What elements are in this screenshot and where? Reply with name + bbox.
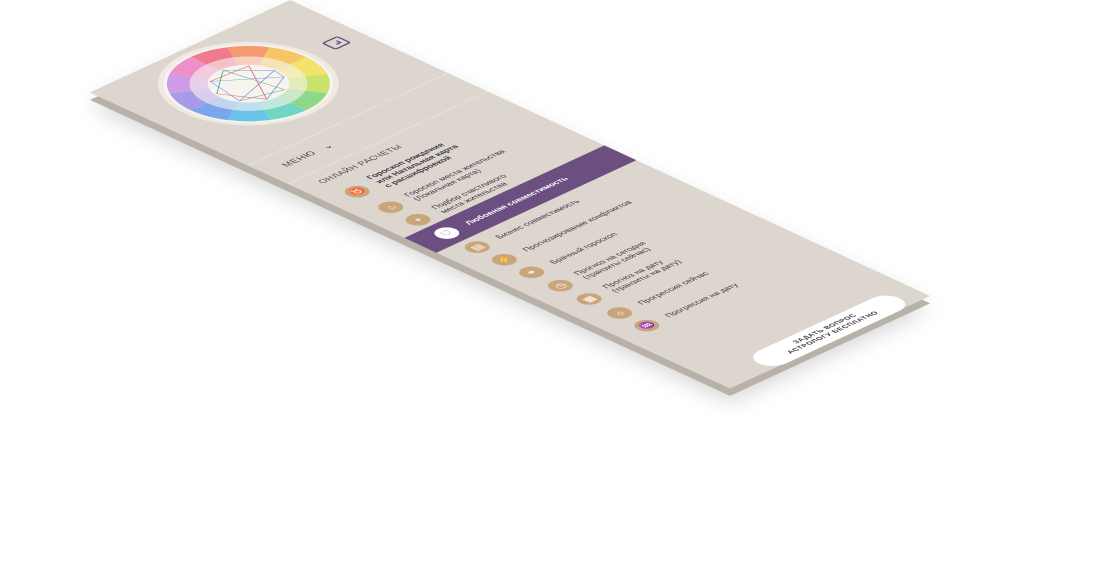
natal-chart-icon: ♉ bbox=[339, 183, 375, 200]
calendar-icon: ▦ bbox=[571, 290, 607, 308]
menu-label: МЕНЮ bbox=[279, 149, 320, 169]
panel-content: МЕНЮ ⌄ ОНЛАЙН РАСЧЕТЫ ♉ Гороскоп рождения… bbox=[90, 0, 930, 389]
app-panel: МЕНЮ ⌄ ОНЛАЙН РАСЧЕТЫ ♉ Гороскоп рождения… bbox=[90, 0, 930, 389]
cta-line-2: АСТРОЛОГУ БЕСПЛАТНО bbox=[784, 310, 881, 355]
cta-line-1: ЗАДАТЬ ВОПРОС bbox=[790, 312, 859, 345]
ask-astrologer-button[interactable]: ЗАДАТЬ ВОПРОС АСТРОЛОГУ БЕСПЛАТНО bbox=[745, 291, 914, 370]
chevron-down-icon: ⌄ bbox=[316, 141, 338, 151]
heart-icon: ♡ bbox=[429, 224, 465, 242]
progression-icon: ♒ bbox=[629, 317, 665, 334]
expand-icon[interactable] bbox=[319, 35, 354, 51]
